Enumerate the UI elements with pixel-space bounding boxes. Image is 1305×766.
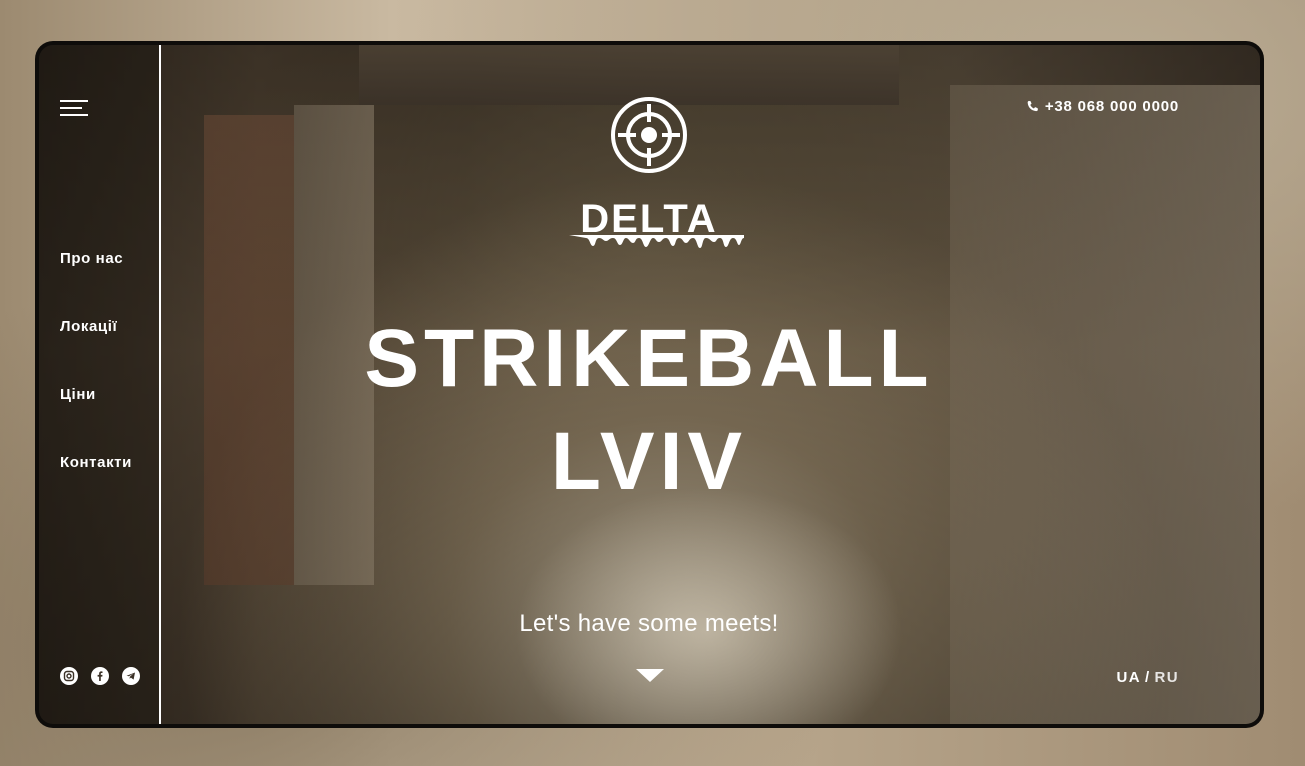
instagram-icon[interactable] [60,667,78,685]
phone-contact[interactable]: +38 068 000 0000 [1026,98,1179,115]
facebook-icon[interactable] [91,667,109,685]
hamburger-menu-icon[interactable] [60,100,88,118]
brand-drip-decoration [569,235,744,248]
hero-title: STRIKEBALL LVIV [269,307,1029,513]
device-frame: Про нас Локації Ціни Контакти +38 068 00… [35,41,1264,728]
scroll-down-arrow-icon[interactable] [636,669,664,682]
nav-item-contacts[interactable]: Контакти [60,454,132,522]
nav-item-locations[interactable]: Локації [60,318,132,386]
hero-title-line-1: STRIKEBALL [364,313,934,404]
lang-separator: / [1144,669,1151,686]
hero-tagline: Let's have some meets! [519,610,779,637]
social-links [60,667,140,685]
main-nav: Про нас Локації Ціни Контакти [60,250,132,522]
crosshair-logo-icon[interactable] [610,96,688,174]
phone-icon [1027,100,1038,112]
sidebar: Про нас Локації Ціни Контакти [39,45,161,724]
hero-screen: Про нас Локації Ціни Контакти +38 068 00… [39,45,1260,724]
hero-title-line-2: LVIV [550,416,748,507]
lang-ru[interactable]: RU [1155,669,1179,686]
nav-item-prices[interactable]: Ціни [60,386,132,454]
lang-ua[interactable]: UA [1116,669,1140,686]
telegram-icon[interactable] [122,667,140,685]
nav-item-about[interactable]: Про нас [60,250,132,318]
phone-number: +38 068 000 0000 [1044,98,1179,115]
language-switcher: UA / RU [1116,669,1179,686]
